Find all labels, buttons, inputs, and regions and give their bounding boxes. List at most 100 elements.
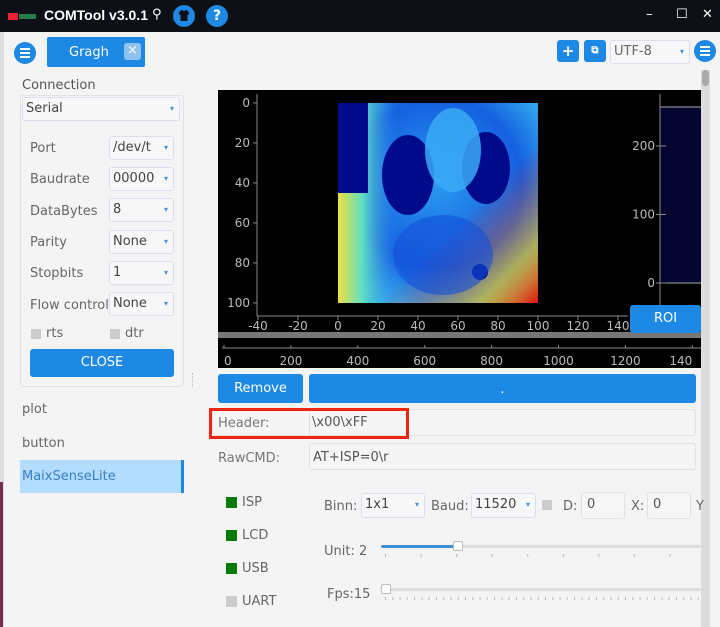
translate-icon[interactable]: ⧉ (584, 40, 606, 62)
slider-tick (527, 554, 529, 557)
baudrate-select[interactable]: 00000 ▾ (109, 167, 174, 191)
slider-tick (486, 597, 488, 600)
remove-button[interactable]: Remove (218, 374, 303, 403)
chevron-down-icon: ▾ (163, 174, 168, 183)
slider-tick (559, 597, 561, 600)
flow-control-label: Flow control (30, 298, 109, 313)
slider-tick (661, 597, 663, 600)
roi-button[interactable]: ROI (630, 305, 701, 333)
x-tick-label: -40 (248, 319, 268, 333)
slider-tick (501, 597, 503, 600)
fps-slider-ticks (385, 597, 699, 600)
usb-led (226, 563, 237, 574)
connection-type-select[interactable]: Serial ▾ (22, 97, 180, 121)
baudrate-value: 00000 (113, 171, 155, 186)
plot-canvas: 0 20 40 60 80 100 -40 -20 0 20 40 60 80 100 120 140 20… (218, 94, 701, 368)
slider-tick (406, 597, 408, 600)
window-edge (0, 32, 4, 627)
unit-slider-thumb[interactable] (452, 541, 463, 551)
slider-tick (668, 597, 670, 600)
nav-item-button[interactable]: button (22, 436, 65, 451)
slider-tick (450, 597, 452, 600)
binn-select[interactable]: 1x1 ▾ (361, 493, 425, 518)
vertical-scrollbar[interactable] (701, 70, 710, 627)
minimize-button[interactable]: – (646, 7, 653, 22)
maximize-button[interactable]: ☐ (676, 7, 688, 22)
y-tick-label: 80 (235, 256, 250, 270)
parity-select[interactable]: None ▾ (109, 230, 174, 254)
tab-close-icon[interactable]: × (124, 43, 141, 60)
x-tick-label: 100 (527, 319, 550, 333)
nav-item-plot[interactable]: plot (22, 402, 47, 417)
image-plot[interactable]: 0 20 40 60 80 100 -40 -20 0 20 40 60 80 100 120 140 20… (218, 90, 701, 368)
dtr-checkbox[interactable] (110, 329, 120, 339)
fps-slider-thumb[interactable] (381, 584, 391, 594)
slider-tick (625, 597, 626, 600)
scrollbar-thumb[interactable] (702, 70, 709, 86)
app-title: COMTool v3.0.1 (44, 7, 148, 23)
tshirt-icon[interactable] (173, 5, 195, 27)
close-port-button[interactable]: CLOSE (30, 349, 174, 377)
slider-tick (491, 554, 493, 557)
rawcmd-label: RawCMD: (218, 451, 281, 466)
baud-select[interactable]: 11520 ▾ (471, 493, 536, 518)
hist-tick-label: 200 (632, 139, 655, 153)
fps-slider[interactable] (381, 588, 701, 591)
slider-tick (566, 597, 568, 600)
baudrate-label: Baudrate (30, 172, 90, 187)
uart-led (226, 596, 237, 607)
add-button[interactable]: + (557, 40, 579, 62)
send-button[interactable]: . (309, 374, 696, 403)
close-window-button[interactable]: ✕ (702, 7, 713, 22)
left-menu-button[interactable] (14, 42, 36, 64)
flow-control-select[interactable]: None ▾ (109, 292, 174, 316)
help-icon[interactable]: ? (206, 5, 228, 27)
title-bar: COMTool v3.0.1 ⚲ ? – ☐ ✕ (0, 0, 720, 32)
d-input[interactable]: 0 (581, 492, 625, 519)
highlight-box (209, 408, 409, 439)
slider-tick (443, 597, 445, 600)
tab-label: Gragh (69, 45, 109, 60)
rts-checkbox[interactable] (31, 329, 41, 339)
bottom-tick-label: 400 (346, 354, 369, 368)
splitter-handle[interactable] (192, 373, 194, 387)
tab-gragh[interactable]: Gragh × (47, 37, 145, 67)
slider-tick (654, 597, 656, 600)
chevron-down-icon: ▾ (163, 143, 168, 152)
dtr-label: dtr (125, 326, 144, 341)
encoding-value: UTF-8 (614, 44, 652, 59)
option-checkbox[interactable] (542, 500, 552, 510)
slider-tick (581, 597, 583, 600)
x-input[interactable]: 0 (647, 492, 691, 519)
binn-value: 1x1 (365, 497, 390, 512)
pin-icon[interactable]: ⚲ (152, 7, 162, 22)
y-tick-label: 60 (235, 216, 250, 230)
x-tick-label: 60 (450, 319, 465, 333)
y-tick-label: 100 (227, 296, 250, 310)
slider-tick (633, 554, 635, 557)
x-tick-label: 140 (607, 319, 630, 333)
slider-tick (494, 597, 496, 600)
connection-title: Connection (22, 78, 96, 93)
slider-tick (421, 597, 423, 600)
y-tick-label: 40 (235, 176, 250, 190)
slider-tick (428, 597, 430, 600)
slider-tick (537, 597, 539, 600)
slider-tick (632, 597, 634, 600)
chevron-down-icon: ▾ (163, 237, 168, 246)
stopbits-label: Stopbits (30, 266, 84, 281)
port-label: Port (30, 141, 56, 156)
databytes-select[interactable]: 8 ▾ (109, 198, 174, 222)
slider-tick (508, 597, 510, 600)
x-tick-label: 80 (490, 319, 505, 333)
port-select[interactable]: /dev/t ▾ (109, 136, 174, 160)
slider-tick (420, 554, 422, 557)
encoding-select[interactable]: UTF-8 ▾ (610, 40, 690, 64)
nav-item-maixsenselite[interactable]: MaixSenseLite (20, 460, 184, 493)
stopbits-select[interactable]: 1 ▾ (109, 261, 174, 285)
slider-tick (515, 597, 517, 600)
slider-tick (456, 554, 458, 557)
right-menu-button[interactable] (694, 40, 716, 62)
slider-tick (574, 597, 576, 600)
slider-tick (697, 597, 699, 600)
